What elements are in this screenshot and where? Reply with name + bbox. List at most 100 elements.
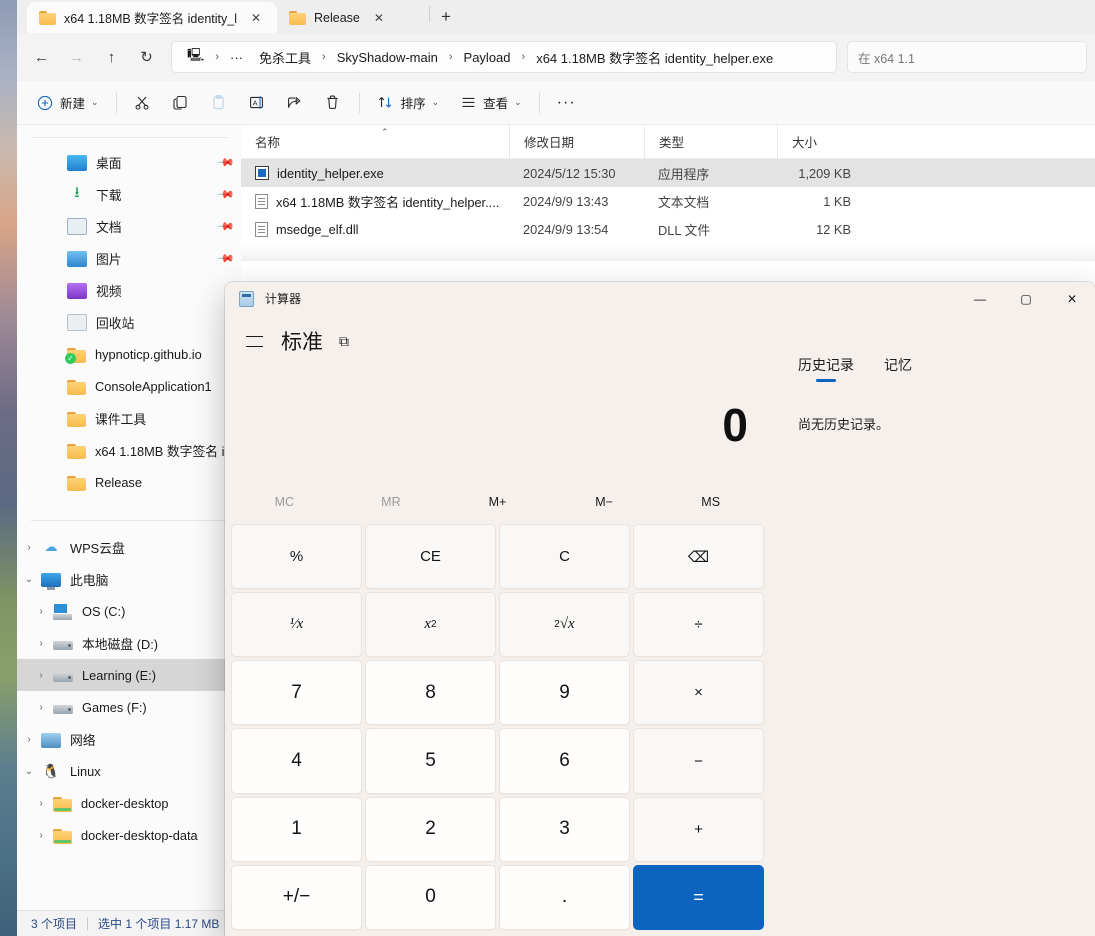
key-square-root[interactable]: 2 √x bbox=[499, 592, 630, 658]
sidebar-item-courseware-tools[interactable]: 课件工具 bbox=[17, 402, 241, 434]
maximize-button[interactable]: ▢ bbox=[1003, 282, 1049, 315]
cut-button[interactable] bbox=[125, 87, 161, 119]
sidebar-item-desktop[interactable]: 桌面 📌 bbox=[17, 146, 241, 178]
sidebar-item-os-c[interactable]: › OS (C:) bbox=[17, 595, 241, 627]
key-add[interactable]: + bbox=[633, 796, 764, 862]
key-seven[interactable]: 7 bbox=[231, 660, 362, 726]
memory-clear-button[interactable]: MC bbox=[231, 487, 338, 517]
sidebar-item-recycle-bin[interactable]: 回收站 bbox=[17, 306, 241, 338]
new-tab-button[interactable]: + bbox=[432, 3, 460, 31]
minimize-button[interactable]: — bbox=[957, 282, 1003, 315]
sidebar-item-learning-e[interactable]: › Learning (E:) bbox=[17, 659, 241, 691]
column-header-name[interactable]: 名称 ⌃ bbox=[241, 125, 509, 158]
breadcrumb-overflow[interactable]: ··· bbox=[223, 47, 250, 68]
chevron-right-icon[interactable]: › bbox=[29, 702, 53, 713]
chevron-right-icon[interactable]: › bbox=[29, 638, 53, 649]
chevron-right-icon[interactable]: › bbox=[29, 670, 53, 681]
table-row[interactable]: identity_helper.exe 2024/5/12 15:30 应用程序… bbox=[241, 159, 1095, 187]
column-header-date[interactable]: 修改日期 bbox=[509, 125, 644, 158]
navigation-pane[interactable]: 桌面 📌 ⭳ 下载 📌 文档 📌 图片 📌 视频 回收站 ✓ hypnoticp… bbox=[17, 125, 241, 910]
table-row[interactable]: x64 1.18MB 数字签名 identity_helper.... 2024… bbox=[241, 187, 1095, 215]
paste-button[interactable] bbox=[201, 87, 237, 119]
sidebar-item-local-disk-d[interactable]: › 本地磁盘 (D:) bbox=[17, 627, 241, 659]
key-backspace[interactable]: ⌫ bbox=[633, 524, 764, 590]
key-decimal[interactable]: . bbox=[499, 864, 630, 930]
view-button[interactable]: 查看 ⌄ bbox=[450, 87, 531, 119]
sidebar-item-network[interactable]: › 网络 bbox=[17, 723, 241, 755]
tab-history[interactable]: 历史记录 bbox=[798, 355, 854, 382]
memory-add-button[interactable]: M+ bbox=[444, 487, 551, 517]
pin-icon[interactable]: 📌 bbox=[217, 249, 236, 267]
rename-button[interactable]: A bbox=[239, 87, 275, 119]
key-five[interactable]: 5 bbox=[365, 728, 496, 794]
key-two[interactable]: 2 bbox=[365, 796, 496, 862]
close-icon[interactable]: ✕ bbox=[245, 7, 267, 29]
key-six[interactable]: 6 bbox=[499, 728, 630, 794]
breadcrumb-item-0[interactable]: 免杀工具 bbox=[252, 45, 318, 70]
chevron-right-icon[interactable]: › bbox=[29, 830, 53, 841]
breadcrumb-item-3[interactable]: x64 1.18MB 数字签名 identity_helper.exe bbox=[529, 45, 780, 70]
key-clear-entry[interactable]: CE bbox=[365, 524, 496, 590]
chevron-right-icon[interactable]: › bbox=[17, 542, 41, 553]
keep-on-top-icon[interactable]: ⧉ bbox=[339, 333, 349, 350]
key-zero[interactable]: 0 bbox=[365, 864, 496, 930]
pin-icon[interactable]: 📌 bbox=[217, 217, 236, 235]
delete-button[interactable] bbox=[315, 87, 351, 119]
up-button[interactable]: ↑ bbox=[95, 41, 128, 74]
more-button[interactable]: ··· bbox=[548, 87, 585, 119]
memory-recall-button[interactable]: MR bbox=[338, 487, 445, 517]
refresh-button[interactable]: ↻ bbox=[130, 41, 163, 74]
key-multiply[interactable]: × bbox=[633, 660, 764, 726]
chevron-right-icon[interactable]: › bbox=[17, 734, 41, 745]
calculator-title-bar[interactable]: 计算器 — ▢ ✕ bbox=[225, 282, 1095, 315]
key-subtract[interactable]: − bbox=[633, 728, 764, 794]
close-icon[interactable]: ✕ bbox=[368, 7, 390, 29]
tab-release[interactable]: Release ✕ bbox=[277, 2, 427, 33]
memory-store-button[interactable]: MS bbox=[657, 487, 764, 517]
search-input[interactable]: 在 x64 1.1 bbox=[847, 41, 1087, 73]
column-header-type[interactable]: 类型 bbox=[644, 125, 777, 158]
key-four[interactable]: 4 bbox=[231, 728, 362, 794]
chevron-right-icon[interactable]: › bbox=[29, 606, 53, 617]
sidebar-item-hypnoticp[interactable]: ✓ hypnoticp.github.io bbox=[17, 338, 241, 370]
sidebar-item-documents[interactable]: 文档 📌 bbox=[17, 210, 241, 242]
new-button[interactable]: 新建 ⌄ bbox=[27, 87, 108, 119]
sidebar-item-linux[interactable]: ⌄ 🐧 Linux bbox=[17, 755, 241, 787]
memory-subtract-button[interactable]: M− bbox=[551, 487, 658, 517]
sidebar-item-this-pc[interactable]: ⌄ 此电脑 bbox=[17, 563, 241, 595]
table-row[interactable]: msedge_elf.dll 2024/9/9 13:54 DLL 文件 12 … bbox=[241, 215, 1095, 243]
sidebar-item-videos[interactable]: 视频 bbox=[17, 274, 241, 306]
sidebar-item-pictures[interactable]: 图片 📌 bbox=[17, 242, 241, 274]
this-pc-icon[interactable]: 🖳 bbox=[180, 43, 211, 71]
key-clear[interactable]: C bbox=[499, 524, 630, 590]
tab-x64-folder[interactable]: x64 1.18MB 数字签名 identity_l ✕ bbox=[27, 2, 277, 33]
sidebar-item-games-f[interactable]: › Games (F:) bbox=[17, 691, 241, 723]
chevron-right-icon[interactable]: › bbox=[29, 798, 53, 809]
key-one[interactable]: 1 bbox=[231, 796, 362, 862]
key-equals[interactable]: = bbox=[633, 864, 764, 930]
key-negate[interactable]: +/− bbox=[231, 864, 362, 930]
tab-memory[interactable]: 记忆 bbox=[884, 355, 912, 382]
back-button[interactable]: ← bbox=[25, 41, 58, 74]
pin-icon[interactable]: 📌 bbox=[217, 185, 236, 203]
sidebar-item-release[interactable]: Release bbox=[17, 466, 241, 498]
pin-icon[interactable]: 📌 bbox=[217, 153, 236, 171]
key-three[interactable]: 3 bbox=[499, 796, 630, 862]
key-nine[interactable]: 9 bbox=[499, 660, 630, 726]
key-eight[interactable]: 8 bbox=[365, 660, 496, 726]
key-square[interactable]: x2 bbox=[365, 592, 496, 658]
sidebar-item-wps-cloud[interactable]: › ☁ WPS云盘 bbox=[17, 531, 241, 563]
sidebar-item-docker-desktop[interactable]: › docker-desktop bbox=[17, 787, 241, 819]
key-reciprocal[interactable]: ¹⁄x bbox=[231, 592, 362, 658]
copy-button[interactable] bbox=[163, 87, 199, 119]
hamburger-menu-icon[interactable] bbox=[235, 322, 273, 360]
column-header-size[interactable]: 大小 bbox=[777, 125, 855, 158]
breadcrumb-item-1[interactable]: SkyShadow-main bbox=[330, 47, 445, 68]
breadcrumb-item-2[interactable]: Payload bbox=[457, 47, 518, 68]
sidebar-item-consoleapplication1[interactable]: ConsoleApplication1 bbox=[17, 370, 241, 402]
sidebar-item-x64-folder[interactable]: x64 1.18MB 数字签名 ident bbox=[17, 434, 241, 466]
key-percent[interactable]: % bbox=[231, 524, 362, 590]
close-button[interactable]: ✕ bbox=[1049, 282, 1095, 315]
sidebar-item-downloads[interactable]: ⭳ 下载 📌 bbox=[17, 178, 241, 210]
chevron-down-icon[interactable]: ⌄ bbox=[17, 766, 41, 777]
